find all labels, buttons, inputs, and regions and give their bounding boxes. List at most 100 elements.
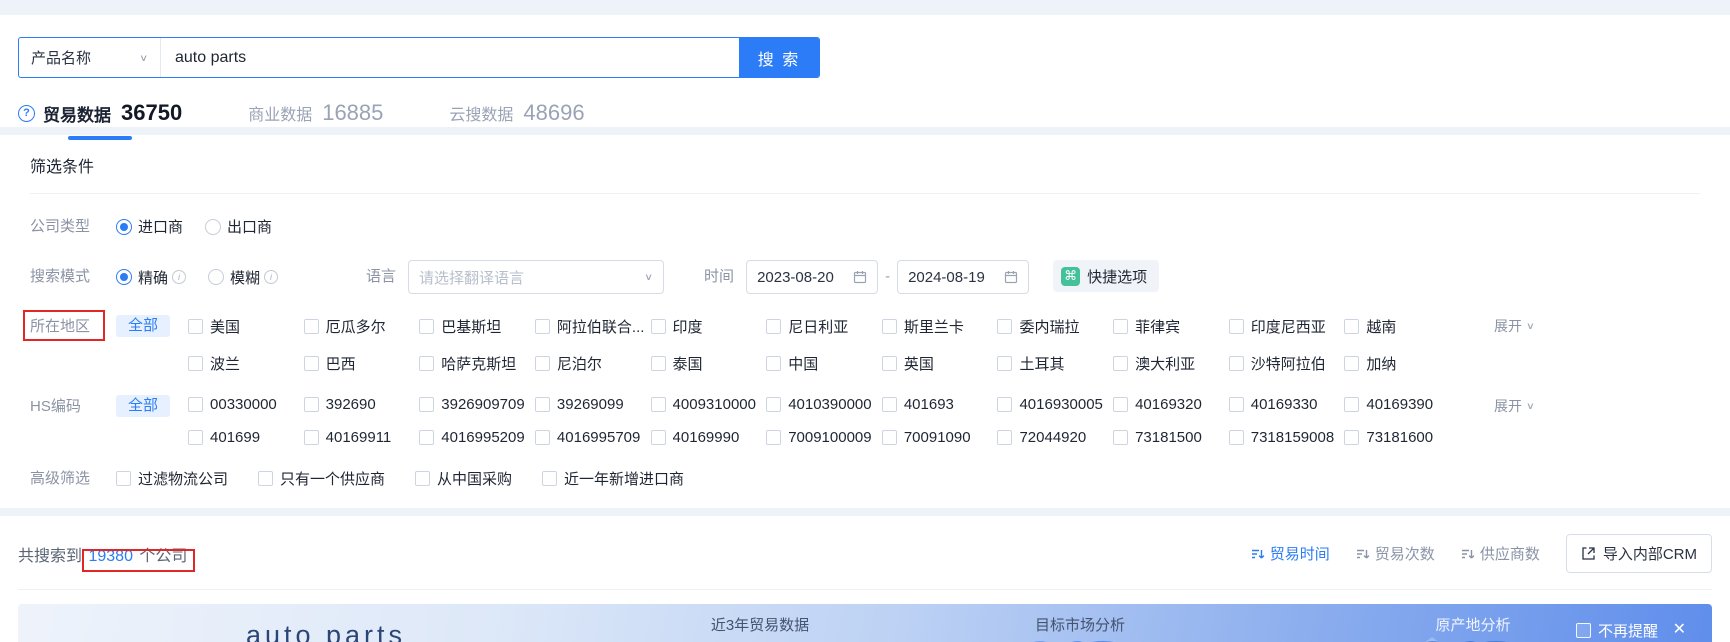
checkbox-label: 加纳 xyxy=(1366,356,1397,373)
hscode-checkbox-item[interactable]: 40169330 xyxy=(1228,396,1345,413)
checkbox-icon xyxy=(1113,397,1129,412)
checkbox-icon xyxy=(1228,356,1244,371)
search-category-value: 产品名称 xyxy=(31,50,92,67)
region-checkbox-item[interactable]: 英国 xyxy=(881,353,998,374)
banner-title: auto parts xyxy=(245,620,407,642)
tab-trade-data[interactable]: ? 贸易数据 36750 xyxy=(18,100,182,140)
sort-trade-time[interactable]: 贸易时间 xyxy=(1251,543,1330,564)
hscode-checkbox-item[interactable]: 401699 xyxy=(188,429,304,446)
region-checkbox-item[interactable]: 泰国 xyxy=(650,353,767,374)
region-checkbox-item[interactable]: 巴基斯坦 xyxy=(419,316,535,337)
end-date-input[interactable]: 2024-08-19 xyxy=(897,260,1030,294)
region-checkbox-item[interactable]: 印度尼西亚 xyxy=(1228,316,1345,337)
chevron-down-icon: ∨ xyxy=(644,271,654,283)
tab-label: 贸易数据 xyxy=(43,105,111,125)
region-checkbox-item[interactable]: 厄瓜多尔 xyxy=(303,316,420,337)
region-all-chip[interactable]: 全部 xyxy=(116,315,171,337)
hscode-checkbox-item[interactable]: 4016995709 xyxy=(534,429,651,446)
question-icon: ? xyxy=(18,104,35,122)
advanced-checkbox-item[interactable]: 从中国采购 xyxy=(415,468,512,489)
checkbox-icon xyxy=(303,430,319,445)
advanced-checkbox-item[interactable]: 近一年新增进口商 xyxy=(542,468,684,489)
hscode-checkbox-item[interactable]: 392690 xyxy=(303,396,420,413)
language-label: 语言 xyxy=(366,268,397,285)
hscode-checkbox-item[interactable]: 4009310000 xyxy=(650,396,767,413)
hscode-checkbox-item[interactable]: 7318159008 xyxy=(1228,429,1345,446)
radio-fuzzy-match[interactable]: 模糊 i xyxy=(208,267,279,288)
region-checkbox-item[interactable]: 菲律宾 xyxy=(1113,316,1229,337)
checkbox-icon xyxy=(534,397,550,412)
region-checkbox-item[interactable]: 美国 xyxy=(188,316,304,337)
hscode-checkbox-item[interactable]: 4010390000 xyxy=(766,396,882,413)
banner-section-trade-data: 近3年贸易数据 xyxy=(710,617,810,634)
hscode-checkbox-item[interactable]: 73181600 xyxy=(1344,429,1460,446)
search-input[interactable] xyxy=(161,38,739,77)
hscode-checkbox-item[interactable]: 00330000 xyxy=(188,396,304,413)
region-checkbox-item[interactable]: 中国 xyxy=(766,353,882,374)
checkbox-label: 73181500 xyxy=(1135,429,1202,446)
checkbox-icon xyxy=(997,356,1013,371)
sort-supplier-count[interactable]: 供应商数 xyxy=(1461,543,1540,564)
checkbox-label: 波兰 xyxy=(210,356,241,373)
region-checkbox-item[interactable]: 尼日利亚 xyxy=(766,316,882,337)
search-mode-label: 搜索模式 xyxy=(30,268,91,285)
region-checkbox-item[interactable]: 斯里兰卡 xyxy=(881,316,998,337)
hscode-expand-link[interactable]: 展开 ∨ xyxy=(1494,396,1535,416)
region-checkbox-item[interactable]: 土耳其 xyxy=(997,353,1113,374)
quick-options-button[interactable]: ⌘ 快捷选项 xyxy=(1053,260,1160,292)
close-icon[interactable]: ✕ xyxy=(1673,619,1686,639)
checkbox-icon xyxy=(419,430,435,445)
hscode-all-chip[interactable]: 全部 xyxy=(116,395,171,417)
checkbox-icon xyxy=(188,319,204,334)
dismiss-checkbox[interactable]: 不再提醒 xyxy=(1575,620,1658,641)
checkbox-label: 过滤物流公司 xyxy=(138,471,229,488)
tab-business-data[interactable]: 商业数据 16885 xyxy=(248,100,383,140)
advanced-checkbox-item[interactable]: 过滤物流公司 xyxy=(116,468,228,489)
checkbox-label: 401699 xyxy=(210,429,261,446)
hscode-checkbox-item[interactable]: 4016995209 xyxy=(419,429,535,446)
region-checkbox-item[interactable]: 印度 xyxy=(650,316,767,337)
region-checkbox-item[interactable]: 加纳 xyxy=(1344,353,1460,374)
region-checkbox-item[interactable]: 尼泊尔 xyxy=(534,353,651,374)
hscode-checkbox-item[interactable]: 70091090 xyxy=(881,429,998,446)
hscode-checkbox-item[interactable]: 39269099 xyxy=(534,396,651,413)
checkbox-icon xyxy=(650,356,666,371)
region-row: 所在地区 全部 美国 厄瓜多尔 巴基斯坦 阿拉伯联合... 印度 尼日利亚 斯里兰卡 委内瑞拉… xyxy=(23,310,1700,374)
radio-exact-match[interactable]: 精确 i xyxy=(116,267,187,288)
region-checkbox-item[interactable]: 巴西 xyxy=(303,353,420,374)
hscode-checkbox-item[interactable]: 4016930005 xyxy=(997,396,1113,413)
hscode-checkbox-item[interactable]: 40169390 xyxy=(1344,396,1460,413)
checkbox-label: 厄瓜多尔 xyxy=(325,319,386,336)
radio-importer[interactable]: 进口商 xyxy=(116,216,183,237)
hscode-checkbox-item[interactable]: 40169320 xyxy=(1113,396,1229,413)
results-count: 19380 xyxy=(88,547,133,565)
region-expand-link[interactable]: 展开 ∨ xyxy=(1494,316,1535,336)
region-checkbox-item[interactable]: 沙特阿拉伯 xyxy=(1228,353,1345,374)
checkbox-icon xyxy=(1228,430,1244,445)
region-checkbox-item[interactable]: 波兰 xyxy=(188,353,304,374)
region-checkbox-item[interactable]: 澳大利亚 xyxy=(1113,353,1229,374)
advanced-checkbox-item[interactable]: 只有一个供应商 xyxy=(258,468,385,489)
tab-cloud-search-data[interactable]: 云搜数据 48696 xyxy=(449,100,584,140)
hscode-checkbox-item[interactable]: 73181500 xyxy=(1113,429,1229,446)
banner-section-origin-analysis: 原产地分析 xyxy=(1383,614,1563,642)
hscode-checkbox-item[interactable]: 7009100009 xyxy=(766,429,882,446)
hscode-checkbox-item[interactable]: 72044920 xyxy=(997,429,1113,446)
language-select[interactable]: 请选择翻译语言 ∨ xyxy=(408,260,665,294)
region-checkbox-item[interactable]: 越南 xyxy=(1344,316,1460,337)
hscode-checkbox-item[interactable]: 40169990 xyxy=(650,429,767,446)
hscode-checkbox-item[interactable]: 3926909709 xyxy=(419,396,535,413)
radio-exporter[interactable]: 出口商 xyxy=(205,216,272,237)
import-crm-button[interactable]: 导入内部CRM xyxy=(1565,534,1712,573)
hscode-checkbox-item[interactable]: 40169911 xyxy=(303,429,420,446)
start-date-input[interactable]: 2023-08-20 xyxy=(746,260,879,294)
radio-label: 精确 xyxy=(138,269,169,287)
search-category-select[interactable]: 产品名称 ∨ xyxy=(19,38,161,77)
hscode-checkbox-item[interactable]: 401693 xyxy=(881,396,998,413)
region-checkbox-item[interactable]: 哈萨克斯坦 xyxy=(419,353,535,374)
search-button[interactable]: 搜 索 xyxy=(739,38,819,77)
promo-banner: auto parts 全球贸易情况 去分析 近3年贸易数据 目标市场分析 原产地… xyxy=(18,604,1712,642)
sort-trade-count[interactable]: 贸易次数 xyxy=(1356,543,1435,564)
region-checkbox-item[interactable]: 委内瑞拉 xyxy=(997,316,1113,337)
region-checkbox-item[interactable]: 阿拉伯联合... xyxy=(534,316,651,337)
